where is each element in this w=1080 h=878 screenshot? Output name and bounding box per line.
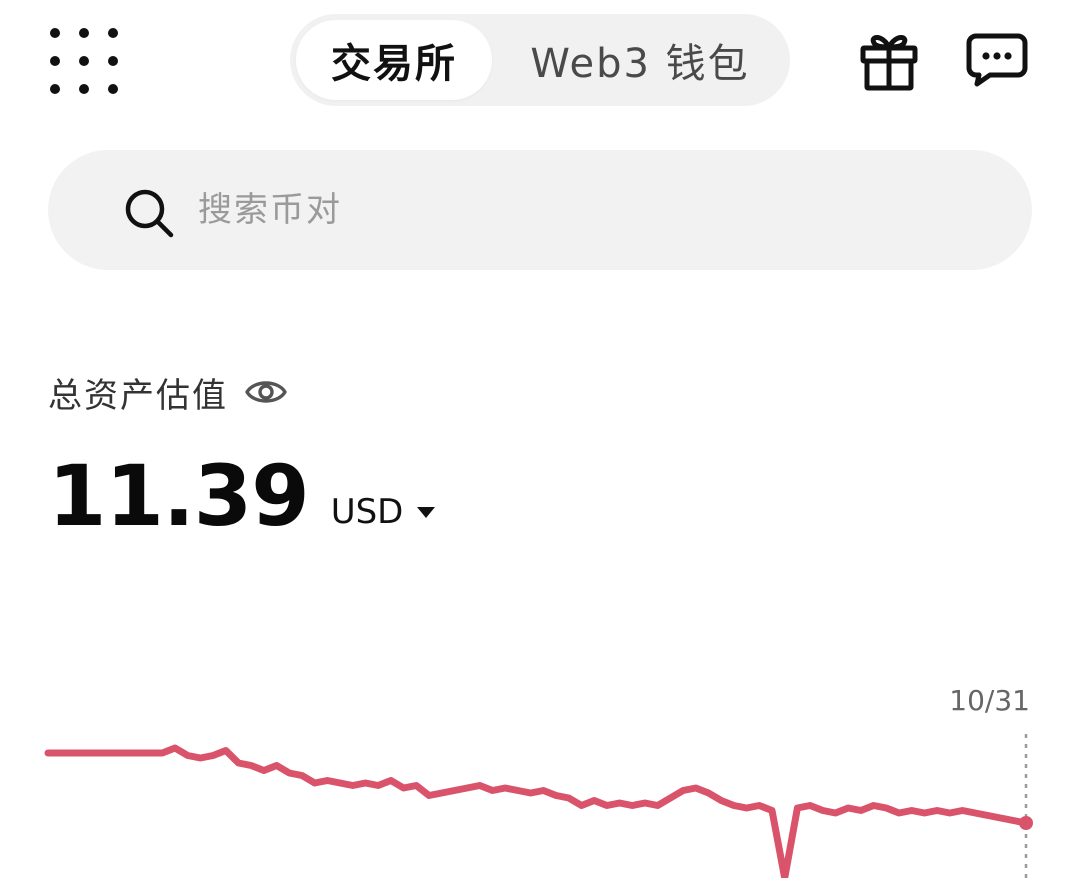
chart-series-line	[44, 744, 1030, 878]
total-balance-value: 11.39	[48, 447, 310, 545]
mode-switcher: 交易所 Web3 钱包	[290, 14, 790, 106]
grid-dots-icon[interactable]	[50, 28, 118, 94]
eye-icon[interactable]	[244, 376, 288, 408]
tab-web3-wallet[interactable]: Web3 钱包	[496, 20, 784, 100]
asset-history-chart[interactable]	[0, 720, 1080, 878]
chart-end-date: 10/31	[949, 684, 1030, 717]
top-bar: 交易所 Web3 钱包	[0, 0, 1080, 120]
search-icon	[125, 189, 174, 238]
search-input[interactable]: 搜索币对	[48, 150, 1032, 270]
currency-selector[interactable]: USD	[331, 492, 436, 532]
chat-bubble-icon[interactable]	[966, 30, 1028, 88]
tab-exchange[interactable]: 交易所	[296, 20, 492, 100]
balance-row: 11.39 USD	[48, 447, 436, 545]
caret-down-icon	[417, 506, 436, 518]
gift-icon[interactable]	[858, 28, 920, 92]
total-assets-label: 总资产估值	[48, 375, 228, 416]
search-placeholder: 搜索币对	[198, 190, 342, 230]
asset-label-row: 总资产估值	[48, 364, 288, 420]
chart-end-point	[1019, 816, 1033, 830]
currency-label: USD	[330, 492, 404, 532]
